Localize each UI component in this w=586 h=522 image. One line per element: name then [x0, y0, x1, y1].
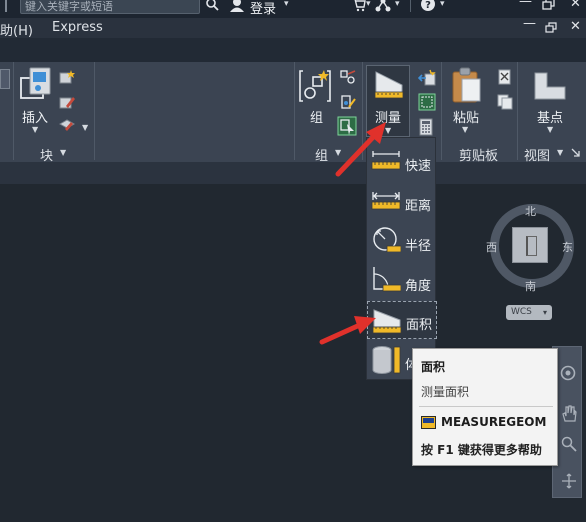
attributes-caret-icon[interactable]: ▼ — [82, 123, 88, 132]
zoom-icon[interactable] — [561, 436, 577, 455]
annotation-arrow-measure — [335, 122, 386, 177]
help-icon[interactable]: ? — [420, 0, 436, 16]
measure-radius-label: 半径 — [405, 239, 432, 254]
panel-separator — [94, 62, 95, 160]
insert-block-icon[interactable] — [18, 66, 54, 105]
doc-restore-button[interactable] — [545, 22, 557, 36]
edit-attributes-icon[interactable] — [58, 118, 80, 137]
compass-west[interactable]: 西 — [486, 239, 497, 255]
menu-help[interactable]: 助(H) — [0, 20, 33, 39]
basepoint-caret-icon[interactable]: ▼ — [547, 125, 553, 134]
distance-measure-icon — [371, 190, 401, 215]
cart-icon[interactable] — [352, 0, 366, 15]
panel-separator — [13, 62, 14, 160]
measure-icon — [374, 69, 404, 102]
search-placeholder: 键入关键字或短语 — [25, 0, 113, 13]
compass-north[interactable]: 北 — [525, 203, 536, 219]
calculator-icon[interactable] — [419, 118, 433, 139]
share-icon[interactable] — [375, 0, 391, 15]
insert-label[interactable]: 插入 — [22, 107, 48, 126]
login-button[interactable]: 登录 — [250, 0, 276, 17]
tooltip-divider — [419, 406, 553, 407]
help-dropdown-icon[interactable]: ▾ — [440, 0, 445, 9]
compass-east[interactable]: 东 — [562, 239, 573, 255]
compass-south[interactable]: 南 — [525, 278, 536, 294]
group-label[interactable]: 组 — [310, 107, 323, 126]
annotation-arrow-area — [319, 316, 376, 345]
title-bar: 键入关键字或短语 登录 ▾ ▾ ▾ ? ▾ — ✕ — [0, 0, 586, 18]
steering-wheel-icon[interactable] — [560, 365, 576, 384]
tooltip-title: 面积 — [421, 360, 446, 374]
ungroup-icon[interactable] — [339, 69, 357, 88]
block-panel-dropdown[interactable] — [0, 69, 10, 89]
select-similar-icon[interactable] — [418, 93, 436, 114]
ribbon-tab-strip — [0, 38, 586, 62]
panel-separator — [441, 62, 442, 160]
id-point-icon[interactable] — [417, 69, 436, 90]
viewcube-top-face[interactable] — [512, 227, 548, 263]
cut-icon[interactable] — [496, 69, 514, 88]
wcs-caret-icon: ▾ — [542, 308, 547, 317]
svg-text:?: ? — [425, 0, 431, 11]
group-icon[interactable] — [299, 69, 335, 106]
autocad-window: 键入关键字或短语 登录 ▾ ▾ ▾ ? ▾ — ✕ 助(H) Express —… — [0, 0, 586, 522]
wcs-label: WCS — [511, 307, 532, 317]
search-icon[interactable] — [205, 0, 219, 15]
command-icon — [421, 416, 436, 429]
measure-radius-item[interactable]: 半径 — [367, 222, 437, 260]
title-separator — [410, 0, 411, 12]
minimize-button[interactable]: — — [519, 0, 532, 9]
panel-separator — [517, 62, 518, 160]
measure-quick-label: 快速 — [405, 159, 432, 174]
panel-separator — [294, 62, 295, 160]
close-button[interactable]: ✕ — [570, 0, 581, 11]
title-bar-divider — [5, 0, 7, 12]
radius-measure-icon — [371, 226, 402, 255]
block-panel-caret-icon[interactable]: ▼ — [60, 148, 66, 157]
panel-expand-icon[interactable] — [571, 146, 580, 160]
view-panel-caret-icon[interactable]: ▼ — [557, 148, 563, 157]
user-icon[interactable] — [229, 0, 245, 15]
create-block-icon[interactable] — [58, 69, 76, 88]
group-edit-icon[interactable] — [339, 94, 357, 113]
tooltip-command: MEASUREGEOM — [441, 415, 547, 429]
doc-close-button[interactable]: ✕ — [570, 19, 581, 34]
volume-measure-icon — [371, 345, 401, 378]
basepoint-label[interactable]: 基点 — [537, 107, 563, 126]
insert-caret-icon[interactable]: ▼ — [32, 125, 38, 134]
paste-icon[interactable] — [451, 67, 483, 108]
tooltip-help: 按 F1 键获得更多帮助 — [421, 443, 542, 457]
file-tab-strip — [0, 162, 586, 184]
orbit-icon[interactable] — [561, 473, 577, 492]
edit-block-icon[interactable] — [58, 94, 76, 113]
menu-express[interactable]: Express — [52, 20, 103, 35]
share-dropdown-icon[interactable]: ▾ — [395, 0, 400, 9]
basepoint-icon[interactable] — [533, 71, 567, 104]
login-dropdown-icon[interactable]: ▾ — [284, 0, 289, 9]
angle-measure-icon — [371, 266, 402, 295]
search-input[interactable]: 键入关键字或短语 — [20, 0, 200, 14]
copy-icon[interactable] — [496, 94, 514, 113]
paste-caret-icon[interactable]: ▼ — [462, 125, 468, 134]
measure-area-label: 面积 — [406, 318, 433, 333]
menu-bar: 助(H) Express — ✕ — [0, 16, 586, 39]
cart-dropdown-icon[interactable]: ▾ — [366, 0, 371, 9]
doc-minimize-button[interactable]: — — [523, 16, 536, 31]
measure-distance-label: 距离 — [405, 199, 432, 214]
area-tooltip: 面积 测量面积 MEASUREGEOM 按 F1 键获得更多帮助 — [412, 348, 558, 466]
measure-angle-item[interactable]: 角度 — [367, 262, 437, 300]
measure-distance-item[interactable]: 距离 — [367, 182, 437, 220]
wcs-menu-button[interactable]: WCS ▾ — [506, 305, 552, 320]
paste-label[interactable]: 粘贴 — [453, 107, 479, 126]
measure-angle-label: 角度 — [405, 279, 432, 294]
tooltip-description: 测量面积 — [421, 385, 470, 399]
pan-icon[interactable] — [561, 405, 577, 426]
restore-button[interactable] — [542, 0, 555, 13]
